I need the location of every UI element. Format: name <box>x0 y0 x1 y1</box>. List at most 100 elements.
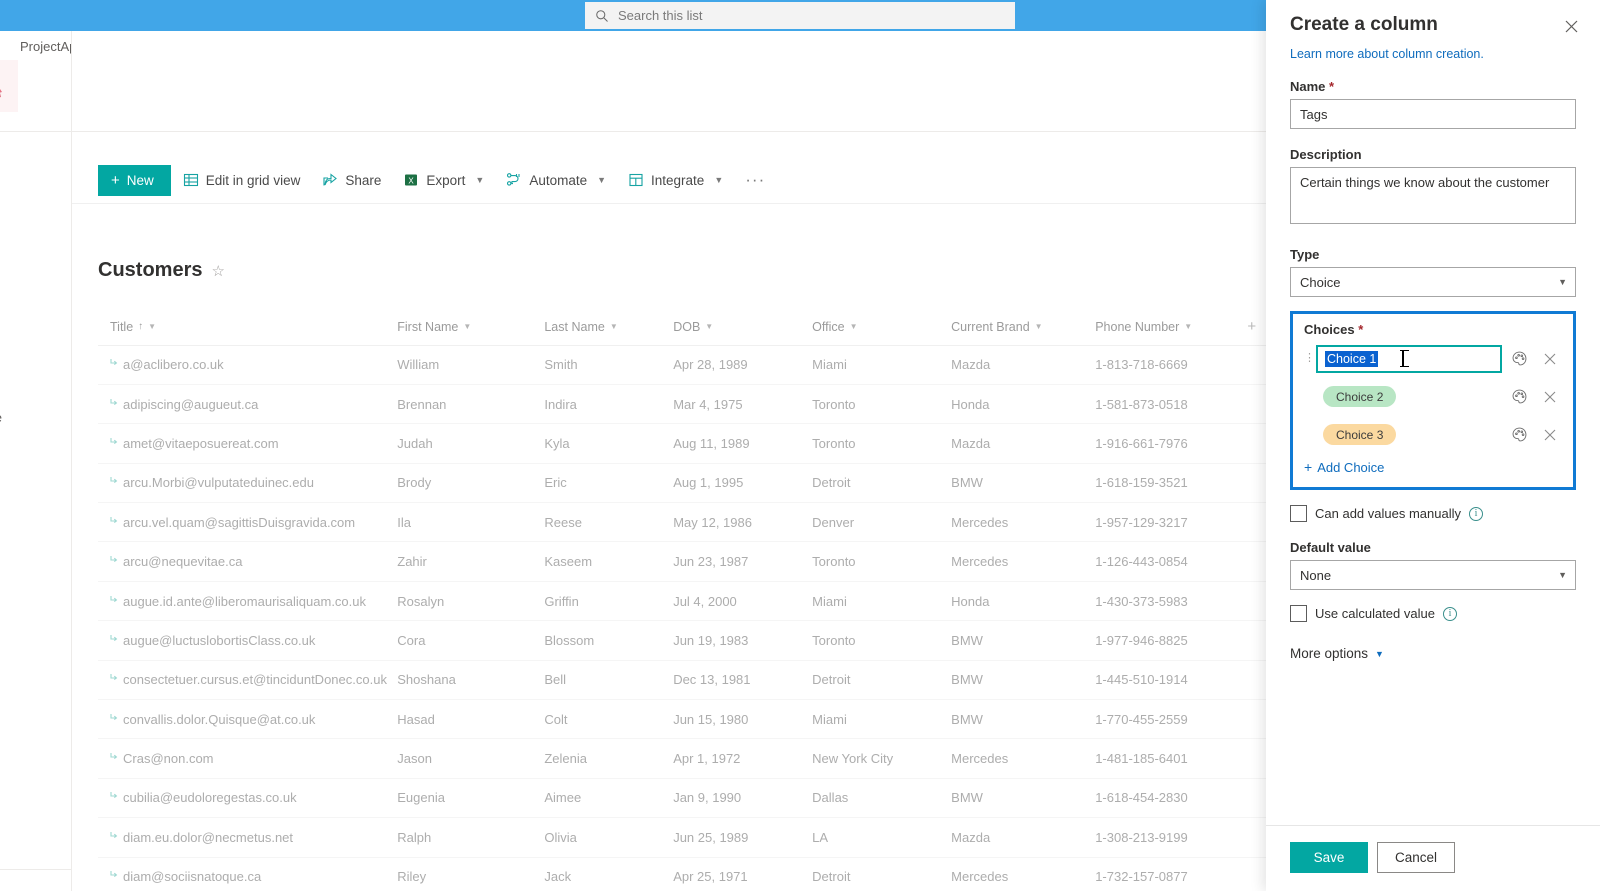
cell-dob-text: Jul 4, 2000 <box>673 593 737 609</box>
description-textarea[interactable] <box>1290 167 1576 224</box>
table-row[interactable]: augue.id.ante@liberomaurisaliquam.co.uk R… <box>98 581 1266 622</box>
table-row[interactable]: arcu.Morbi@vulputateduinec.edu Brody Eric A… <box>98 463 1266 504</box>
close-panel-button[interactable] <box>1558 13 1584 39</box>
remove-choice-1-button[interactable] <box>1538 347 1562 371</box>
cell-office: Toronto <box>812 423 952 464</box>
table-header-row: Title ↑ ▼ First Name ▼ Last Name ▼ DOB ▼… <box>98 309 1266 346</box>
cell-phone-number: 1-770-455-2559 <box>1095 699 1248 740</box>
share-button[interactable]: Share <box>312 162 391 198</box>
list-title-row: Customers ☆ <box>98 259 225 282</box>
cell-title-text: augue.id.ante@liberomaurisaliquam.co.uk <box>123 593 367 609</box>
info-icon[interactable]: i <box>1468 506 1483 521</box>
save-button[interactable]: Save <box>1290 842 1368 873</box>
table-row[interactable]: adipiscing@augueut.ca Brennan Indira Mar 4,… <box>98 384 1266 425</box>
cell-dob-text: Aug 1, 1995 <box>673 475 744 491</box>
cell-last-name: Smith <box>544 345 674 385</box>
more-commands-button[interactable]: ··· <box>735 170 775 190</box>
cell-title[interactable]: diam.eu.dolor@necmetus.net <box>98 817 398 858</box>
favorite-star-icon[interactable]: ☆ <box>211 262 224 280</box>
cell-phone-number: 1-732-157-0877 <box>1095 857 1248 891</box>
cell-title[interactable]: diam@sociisnatoque.ca <box>98 857 398 891</box>
column-header-office[interactable]: Office ▼ <box>812 309 952 346</box>
choice-1-input[interactable]: Choice 1 <box>1316 344 1502 373</box>
cell-current-brand-text: Mercedes <box>951 751 1009 767</box>
cell-office-text: Toronto <box>812 554 856 570</box>
edit-in-grid-view-button[interactable]: Edit in grid view <box>173 162 311 198</box>
column-header-first-name[interactable]: First Name ▼ <box>397 309 545 346</box>
add-choice-button[interactable]: + Add Choice <box>1304 457 1384 477</box>
cell-title[interactable]: Cras@non.com <box>98 738 398 779</box>
remove-choice-3-button[interactable] <box>1538 423 1562 447</box>
table-row[interactable]: arcu@nequevitae.ca Zahir Kaseem Jun 23, 198… <box>98 541 1266 582</box>
cell-title[interactable]: amet@vitaeposuereat.com <box>98 423 398 464</box>
table-row[interactable]: diam@sociisnatoque.ca Riley Jack Apr 25, 19… <box>98 857 1266 891</box>
remove-choice-2-button[interactable] <box>1538 385 1562 409</box>
table-body: a@aclibero.co.uk William Smith Apr 28, 1989… <box>98 345 1266 891</box>
cell-title[interactable]: consectetuer.cursus.et@tinciduntDonec.co… <box>98 660 398 701</box>
can-add-values-manually-checkbox[interactable] <box>1290 505 1307 522</box>
column-header-current-brand[interactable]: Current Brand ▼ <box>951 309 1096 346</box>
required-asterisk: * <box>1358 322 1364 337</box>
cell-title[interactable]: arcu.Morbi@vulputateduinec.edu <box>98 463 398 504</box>
choice-input-wrapper: Choice 1 <box>1316 344 1502 373</box>
column-header-dob[interactable]: DOB ▼ <box>673 309 813 346</box>
cell-title[interactable]: convallis.dolor.Quisque@at.co.uk <box>98 699 398 740</box>
column-header-phone-number[interactable]: Phone Number ▼ <box>1095 309 1248 346</box>
new-button[interactable]: + New <box>98 164 171 196</box>
automate-button[interactable]: Automate ▼ <box>496 162 616 198</box>
learn-more-link[interactable]: Learn more about column creation. <box>1290 47 1576 61</box>
type-select[interactable]: Choice ▼ <box>1290 267 1576 297</box>
cell-title[interactable]: augue@luctuslobortisClass.co.uk <box>98 620 398 661</box>
rail-item-2[interactable]: mplate <box>0 410 2 425</box>
table-row[interactable]: consectetuer.cursus.et@tinciduntDonec.co… <box>98 660 1266 701</box>
default-value-select[interactable]: None ▼ <box>1290 560 1576 590</box>
choice-2-pill[interactable]: Choice 2 <box>1323 386 1397 407</box>
cell-title[interactable]: cubilia@eudoloregestas.co.uk <box>98 778 398 819</box>
site-logo <box>0 60 18 112</box>
cell-dob: Jun 19, 1983 <box>673 620 813 661</box>
cell-title[interactable]: a@aclibero.co.uk <box>98 345 398 385</box>
list-item-icon <box>110 595 118 602</box>
column-header-last-name[interactable]: Last Name ▼ <box>544 309 674 346</box>
color-palette-icon[interactable] <box>1511 350 1528 367</box>
share-button-label: Share <box>345 172 382 188</box>
color-palette-icon[interactable] <box>1511 388 1528 405</box>
cell-title[interactable]: arcu@nequevitae.ca <box>98 541 398 582</box>
table-row[interactable]: augue@luctuslobortisClass.co.uk Cora Bloss… <box>98 620 1266 661</box>
table-row[interactable]: Cras@non.com Jason Zelenia Apr 1, 1972 New Y… <box>98 738 1266 779</box>
name-input[interactable] <box>1290 99 1576 129</box>
integrate-button[interactable]: Integrate ▼ <box>618 162 733 198</box>
table-row[interactable]: arcu.vel.quam@sagittisDuisgravida.com Ila… <box>98 502 1266 543</box>
site-name-label[interactable]: ProjectApex <box>20 39 71 54</box>
cell-title[interactable]: arcu.vel.quam@sagittisDuisgravida.com <box>98 502 398 543</box>
choice-3-pill[interactable]: Choice 3 <box>1323 424 1397 445</box>
chevron-down-icon: ▼ <box>1558 277 1567 287</box>
customers-table: Title ↑ ▼ First Name ▼ Last Name ▼ DOB ▼… <box>98 309 1266 891</box>
cancel-button[interactable]: Cancel <box>1377 842 1455 873</box>
use-calculated-value-checkbox[interactable] <box>1290 605 1307 622</box>
table-row[interactable]: cubilia@eudoloregestas.co.uk Eugenia Aimee… <box>98 778 1266 819</box>
cell-office: Detroit <box>812 857 952 891</box>
cell-office: Miami <box>812 581 952 622</box>
info-icon[interactable]: i <box>1442 606 1457 621</box>
table-row[interactable]: convallis.dolor.Quisque@at.co.uk Hasad Col… <box>98 699 1266 740</box>
table-row[interactable]: amet@vitaeposuereat.com Judah Kyla Aug 11, … <box>98 423 1266 464</box>
search-input[interactable]: Search this list <box>585 2 1015 29</box>
add-column-icon[interactable]: + <box>1247 318 1256 335</box>
cell-last-name-text: Smith <box>544 357 578 373</box>
table-row[interactable]: a@aclibero.co.uk William Smith Apr 28, 1989… <box>98 345 1266 385</box>
column-header-last-name-label: Last Name <box>544 319 605 334</box>
drag-handle-icon[interactable]: ⋮⋮ <box>1304 353 1327 364</box>
cell-title[interactable]: adipiscing@augueut.ca <box>98 384 398 425</box>
text-cursor-icon <box>1400 349 1409 367</box>
color-palette-icon[interactable] <box>1511 426 1528 443</box>
more-options-button[interactable]: More options ▼ <box>1290 646 1384 661</box>
add-column-header[interactable]: + <box>1247 309 1266 346</box>
cell-title[interactable]: augue.id.ante@liberomaurisaliquam.co.uk <box>98 581 398 622</box>
list-item-icon <box>110 634 118 641</box>
cell-office-text: Detroit <box>812 672 851 688</box>
column-header-title[interactable]: Title ↑ ▼ <box>98 309 398 346</box>
export-button[interactable]: X Export ▼ <box>393 162 494 198</box>
cell-first-name-text: Rosalyn <box>397 593 445 609</box>
table-row[interactable]: diam.eu.dolor@necmetus.net Ralph Olivia Jun… <box>98 817 1266 858</box>
